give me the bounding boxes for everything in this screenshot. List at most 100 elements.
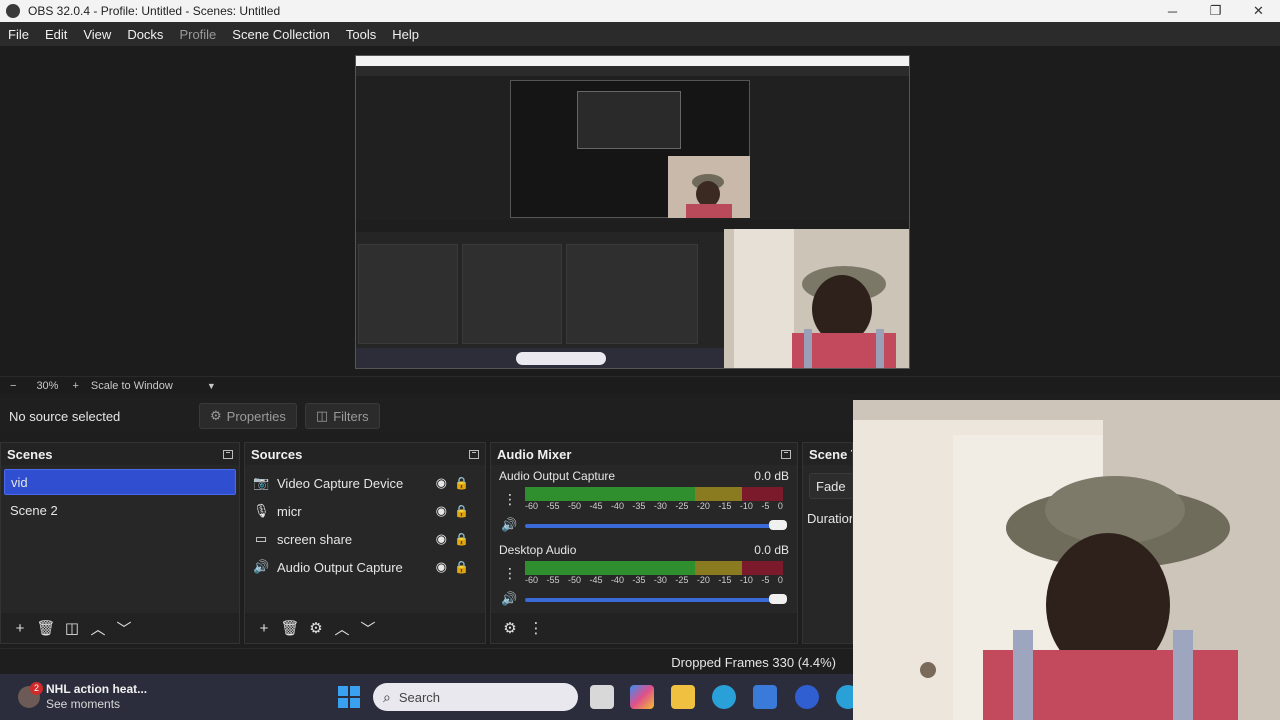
speaker-icon: 🔊 [253, 559, 270, 574]
menu-tools[interactable]: Tools [338, 27, 384, 42]
nested-screen-menu [356, 66, 909, 76]
scene-item-scene-2[interactable]: Scene 2 [4, 497, 236, 523]
source-item-screen-share[interactable]: ▭ screen share ◉ 🔒 [249, 525, 481, 553]
scenes-title: Scenes [7, 446, 53, 462]
menu-view[interactable]: View [75, 27, 119, 42]
slider-handle[interactable] [769, 520, 787, 530]
undock-icon[interactable] [469, 449, 479, 459]
volume-icon[interactable]: 🔊 [501, 591, 517, 607]
copilot-icon[interactable] [630, 685, 654, 709]
gear-icon: ⚙ [210, 408, 222, 423]
edge-browser-icon[interactable] [712, 685, 736, 709]
source-toolbar: No source selected ⚙ Properties ◫ Filter… [0, 399, 853, 433]
meter-ticks: -60 -55 -50 -45 -40 -35 -30 -25 -20 -15 -10 -5 0 [525, 575, 783, 585]
window-title: OBS 32.0.4 - Profile: Untitled - Scenes:… [28, 4, 281, 18]
filters-button[interactable]: ◫ Filters [304, 403, 380, 429]
meter-ticks: -60 -55 -50 -45 -40 -35 -30 -25 -20 -15 -10 -5 0 [525, 501, 783, 511]
source-item-micr[interactable]: 🎙 micr ◉ 🔒 [249, 497, 481, 525]
source-label: micr [277, 503, 302, 519]
news-widget[interactable]: 2 NHL action heat... See moments [18, 682, 147, 712]
taskbar-search[interactable]: ⌕ Search [373, 683, 578, 711]
visibility-eye-icon[interactable]: ◉ [436, 503, 447, 519]
undock-icon[interactable] [781, 449, 791, 459]
add-scene-button[interactable]: + [7, 617, 33, 639]
lock-icon[interactable]: 🔒 [454, 504, 469, 518]
visibility-eye-icon[interactable]: ◉ [436, 559, 447, 575]
title-bar: OBS 32.0.4 - Profile: Untitled - Scenes:… [0, 0, 1280, 22]
source-label: screen share [277, 531, 353, 547]
preview-area[interactable] [0, 46, 1280, 376]
undock-icon[interactable] [223, 449, 233, 459]
scale-dropdown-icon[interactable]: ▼ [207, 381, 216, 391]
microphone-icon: 🎙 [253, 503, 270, 518]
channel-menu-icon[interactable]: ⋮ [503, 565, 517, 582]
file-explorer-icon[interactable] [671, 685, 695, 709]
hp-icon[interactable] [795, 685, 819, 709]
channel-menu-icon[interactable]: ⋮ [503, 491, 517, 508]
channel-name: Desktop Audio [499, 543, 577, 557]
person-webcam-image [853, 400, 1280, 720]
restore-button[interactable]: ❐ [1194, 0, 1237, 22]
lock-icon[interactable]: 🔒 [454, 476, 469, 490]
visibility-eye-icon[interactable]: ◉ [436, 475, 447, 491]
menu-scene-collection[interactable]: Scene Collection [224, 27, 338, 42]
menu-docks[interactable]: Docks [119, 27, 171, 42]
transition-select[interactable]: Fade [809, 473, 852, 499]
scene-transitions-title: Scene T [809, 446, 852, 462]
menu-bar: File Edit View Docks Profile Scene Colle… [0, 22, 1280, 46]
close-button[interactable]: ✕ [1237, 0, 1280, 22]
scale-mode[interactable]: Scale to Window [91, 380, 173, 392]
zoom-in-button[interactable]: + [72, 380, 78, 392]
task-view-icon[interactable] [590, 685, 614, 709]
sources-footer: + 🗑 ⚙ ︿ ﹀ [245, 613, 485, 643]
source-properties-button[interactable]: ⚙ [303, 617, 329, 639]
obs-logo-icon [6, 4, 20, 18]
move-scene-up-button[interactable]: ︿ [85, 617, 111, 639]
sources-dock: Sources 📷 Video Capture Device ◉ 🔒 🎙 mic… [244, 442, 486, 644]
news-subtitle: See moments [46, 697, 121, 711]
move-source-up-button[interactable]: ︿ [329, 617, 355, 639]
monitor-icon: ▭ [254, 531, 268, 546]
windows-start-icon[interactable] [338, 686, 360, 708]
source-item-video-capture[interactable]: 📷 Video Capture Device ◉ 🔒 [249, 469, 481, 497]
person-image-icon [668, 156, 750, 218]
volume-slider[interactable] [525, 520, 787, 530]
move-scene-down-button[interactable]: ﹀ [111, 617, 137, 639]
mixer-menu-icon[interactable]: ⋮ [523, 617, 549, 639]
source-list: 📷 Video Capture Device ◉ 🔒 🎙 micr ◉ 🔒 ▭ … [245, 465, 485, 585]
add-source-button[interactable]: + [251, 617, 277, 639]
nested-sources-dock [462, 244, 562, 344]
search-label: Search [398, 689, 441, 705]
minimize-button[interactable]: ─ [1151, 0, 1194, 22]
source-item-audio-output[interactable]: 🔊 Audio Output Capture ◉ 🔒 [249, 553, 481, 581]
nested-inner-preview [577, 91, 681, 149]
preview-canvas[interactable] [355, 55, 910, 369]
store-icon[interactable] [753, 685, 777, 709]
zoom-out-button[interactable]: − [10, 380, 16, 392]
move-source-down-button[interactable]: ﹀ [355, 617, 381, 639]
scene-filters-button[interactable]: ◫ [59, 617, 85, 639]
properties-button[interactable]: ⚙ Properties [199, 403, 297, 429]
scene-item-vid[interactable]: vid [4, 469, 236, 495]
nested-screen-title [356, 56, 909, 66]
volume-icon[interactable]: 🔊 [501, 517, 517, 533]
lock-icon[interactable]: 🔒 [454, 560, 469, 574]
remove-scene-button[interactable]: 🗑 [33, 617, 59, 639]
nested-scenes-dock [358, 244, 458, 344]
remove-source-button[interactable]: 🗑 [277, 617, 303, 639]
volume-meter [525, 487, 783, 501]
nested-mixer-dock [566, 244, 698, 344]
scene-list: vid Scene 2 [1, 465, 239, 529]
channel-level: 0.0 dB [754, 469, 789, 483]
menu-file[interactable]: File [0, 27, 37, 42]
slider-handle[interactable] [769, 594, 787, 604]
advanced-audio-icon[interactable]: ⚙ [497, 617, 523, 639]
person-image-icon [724, 229, 909, 368]
visibility-eye-icon[interactable]: ◉ [436, 531, 447, 547]
volume-slider[interactable] [525, 594, 787, 604]
lock-icon[interactable]: 🔒 [454, 532, 469, 546]
menu-profile[interactable]: Profile [171, 27, 224, 42]
menu-help[interactable]: Help [384, 27, 427, 42]
filter-icon: ◫ [315, 408, 329, 423]
menu-edit[interactable]: Edit [37, 27, 75, 42]
